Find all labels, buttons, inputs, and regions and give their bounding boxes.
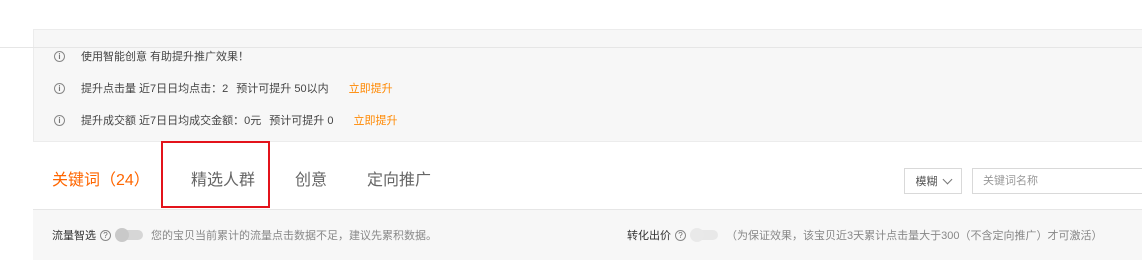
- settings-bar: 流量智选 ? 您的宝贝当前累计的流量点击数据不足，建议先累积数据。 转化出价 ?…: [33, 209, 1142, 260]
- tip-clicks: i 提升点击量 近7日日均点击：2 预计可提升 50以内 立即提升: [54, 79, 393, 97]
- help-icon[interactable]: ?: [675, 229, 686, 241]
- highlight-annotation-box: [161, 141, 270, 208]
- conversion-bid-label: 转化出价: [627, 230, 671, 242]
- tab-keywords[interactable]: 关键词（24）: [52, 166, 150, 190]
- tip-smart-creative: i 使用智能创意 有助提升推广效果！: [54, 47, 249, 65]
- traffic-smart-label: 流量智选: [52, 230, 96, 242]
- toggle-knob: [115, 228, 129, 242]
- chevron-down-icon: [942, 174, 952, 185]
- boost-sales-link[interactable]: 立即提升: [353, 112, 397, 128]
- tab-divider: [0, 47, 1142, 48]
- traffic-smart-desc: 您的宝贝当前累计的流量点击数据不足，建议先累积数据。: [151, 230, 437, 242]
- keyword-search-input[interactable]: [972, 168, 1142, 194]
- match-type-value: 模糊: [915, 176, 938, 188]
- tip-text: 提升成交额 近7日日均成交金额：0元: [81, 115, 262, 127]
- conversion-bid-row: 转化出价 ? （为保证效果，该宝贝近3天累计点击量大于300（不含定向推广）才可…: [627, 227, 1102, 243]
- traffic-smart-row: 流量智选 ? 您的宝贝当前累计的流量点击数据不足，建议先累积数据。: [52, 227, 437, 243]
- tip-estimate: 预计可提升 50以内: [236, 83, 329, 95]
- tips-panel: i 使用智能创意 有助提升推广效果！ i 提升点击量 近7日日均点击：2 预计可…: [33, 29, 1142, 142]
- info-icon: i: [54, 82, 65, 94]
- boost-clicks-link[interactable]: 立即提升: [349, 80, 393, 96]
- toggle-knob: [690, 228, 704, 242]
- tip-text: 提升点击量 近7日日均点击：2: [81, 83, 229, 95]
- info-icon: i: [54, 50, 65, 62]
- tip-estimate: 预计可提升 0: [269, 115, 334, 127]
- match-type-select[interactable]: 模糊: [904, 168, 962, 194]
- help-icon[interactable]: ?: [100, 229, 111, 241]
- tab-targeted-promotion[interactable]: 定向推广: [367, 166, 431, 190]
- tip-text: 使用智能创意 有助提升推广效果！: [81, 51, 250, 63]
- info-icon: i: [54, 114, 65, 126]
- conversion-bid-desc: （为保证效果，该宝贝近3天累计点击量大于300（不含定向推广）才可激活）: [726, 230, 1103, 242]
- tab-creative[interactable]: 创意: [295, 166, 327, 190]
- tip-sales: i 提升成交额 近7日日均成交金额：0元 预计可提升 0 立即提升: [54, 111, 397, 129]
- conversion-bid-toggle[interactable]: [690, 228, 718, 242]
- traffic-smart-toggle[interactable]: [115, 228, 143, 242]
